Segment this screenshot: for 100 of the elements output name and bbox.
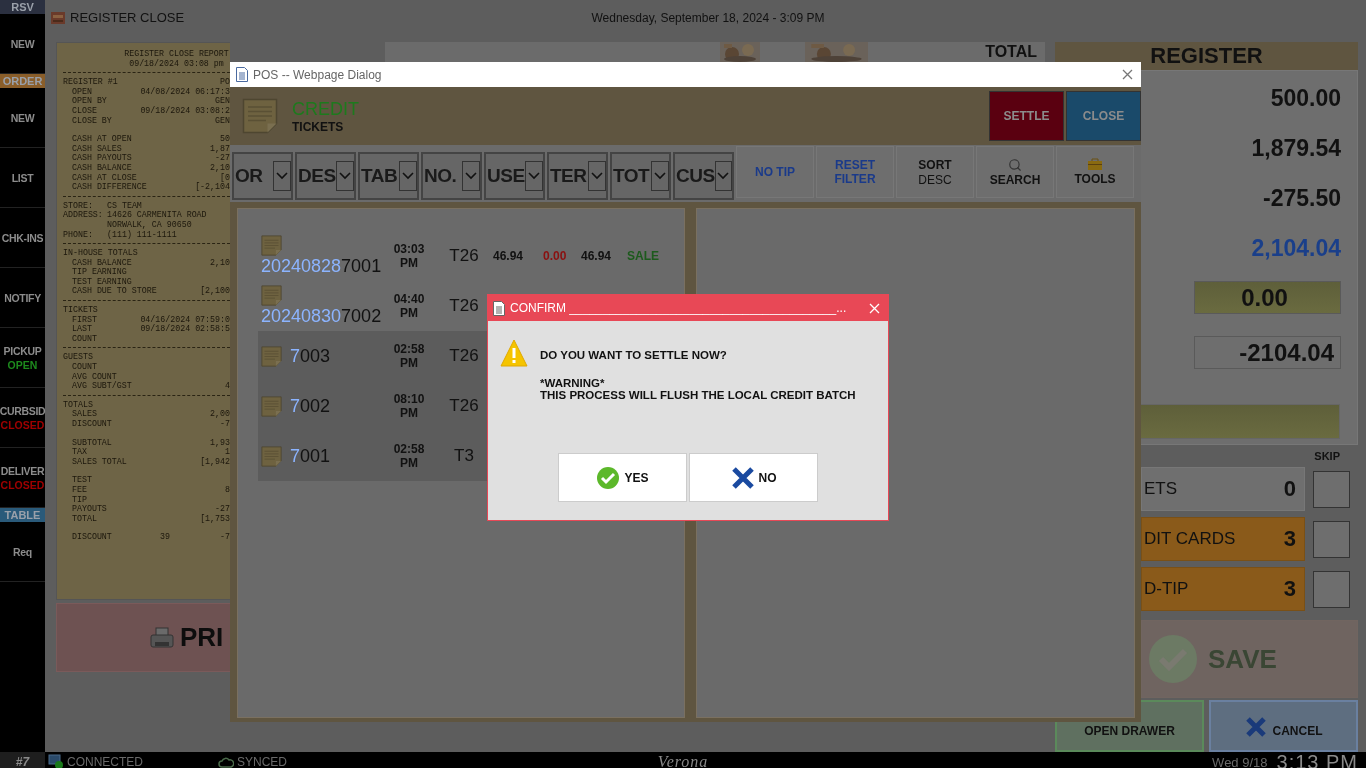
ticket-amount: 46.94 xyxy=(493,249,525,263)
input-bar[interactable] xyxy=(1140,404,1340,439)
receipt-label: OPEN xyxy=(72,86,92,96)
ticket-tip: 0.00 xyxy=(543,249,568,263)
receipt-value: (111) 111-1111 xyxy=(107,229,177,240)
skip-checkbox[interactable] xyxy=(1313,570,1350,608)
receipt-value: [2,100 xyxy=(200,286,230,297)
sidebar-item[interactable]: NEW xyxy=(0,88,45,148)
sidebar-item[interactable]: CURBSID CLOSED xyxy=(0,388,45,448)
receipt-value: NORWALK, CA 90650 xyxy=(107,219,192,230)
note-icon xyxy=(242,98,278,134)
ticket-number: 202408287001 xyxy=(261,256,382,277)
receipt-value: -7 xyxy=(220,532,230,542)
dialog-title: POS -- Webpage Dialog xyxy=(253,67,383,82)
note-icon xyxy=(261,445,282,467)
receipt-label: TIP EARNING xyxy=(72,267,127,277)
receipt-label: TAX xyxy=(72,447,87,457)
settle-button[interactable]: SETTLE xyxy=(989,91,1064,141)
sidebar-item[interactable]: CHK-INS xyxy=(0,208,45,268)
receipt-heading: IN-HOUSE TOTALS xyxy=(63,248,139,258)
cancel-button[interactable]: CANCEL xyxy=(1209,700,1358,752)
amount-value: -275.50 xyxy=(1263,183,1342,213)
skip-checkbox[interactable] xyxy=(1313,470,1350,508)
filter-dropdown[interactable]: CUS xyxy=(673,152,734,200)
ticket-number: 7001 xyxy=(290,445,331,467)
filter-dropdown[interactable]: DES xyxy=(295,152,356,200)
receipt-value: [0 xyxy=(220,172,230,182)
toolbar-button[interactable]: RESET FILTER xyxy=(816,146,894,198)
sidebar-section-header: ORDER xyxy=(0,74,45,88)
receipt-value: 1,87 xyxy=(210,143,230,154)
sidebar-item[interactable]: NOTIFY xyxy=(0,268,45,328)
receipt-value: -27 xyxy=(215,504,230,514)
close-icon[interactable] xyxy=(1122,69,1133,80)
note-icon xyxy=(261,345,282,367)
toolbar-button[interactable]: NO TIP xyxy=(736,146,814,198)
yes-button[interactable]: YES xyxy=(558,453,687,502)
ticket-row[interactable]: 202408287001 03:03 PM T26 46.94 0.00 46.94 SALE xyxy=(258,231,684,281)
amount-field[interactable]: 0.00 xyxy=(1194,281,1341,314)
no-button[interactable]: NO xyxy=(689,453,818,502)
receipt-title: REGISTER CLOSE REPORT xyxy=(123,49,230,59)
skip-checkbox[interactable] xyxy=(1313,520,1350,558)
receipt-value: 14626 CARMENITA ROAD xyxy=(107,210,207,220)
caret-icon xyxy=(402,172,414,180)
sidebar-item[interactable]: PICKUP OPEN xyxy=(0,328,45,388)
ticket-time: 02:58 PM xyxy=(392,342,426,370)
receipt-value: [1,753 xyxy=(200,513,230,524)
amount-field[interactable]: -2104.04 xyxy=(1194,336,1341,369)
filter-dropdown[interactable]: TOT xyxy=(610,152,671,200)
ticket-table: T26 xyxy=(435,296,493,316)
count-button[interactable]: DIT CARDS 3 xyxy=(1141,517,1305,561)
receipt-value: GEN xyxy=(215,115,230,126)
computer-icon xyxy=(48,754,64,768)
sidebar-item-label: PICKUP xyxy=(3,344,42,357)
cloud-icon xyxy=(218,756,234,768)
amount-value: 500.00 xyxy=(1270,83,1342,113)
filter-dropdown[interactable]: USE xyxy=(484,152,545,200)
sidebar-section-header: TABLE xyxy=(0,508,45,522)
receipt-value: [1,942 xyxy=(200,456,230,467)
receipt-value: 04/08/2024 06:17:3 xyxy=(140,86,230,97)
receipt-label: PAYOUTS xyxy=(72,504,107,514)
sidebar-item[interactable]: LIST xyxy=(0,148,45,208)
caret-icon xyxy=(591,172,603,180)
toolbar-button[interactable]: SEARCH xyxy=(976,146,1054,198)
receipt-label: ADDRESS: xyxy=(63,210,103,220)
toolbar-button[interactable]: TOOLS xyxy=(1056,146,1134,198)
ticket-table: T26 xyxy=(435,246,493,266)
caret-icon xyxy=(339,172,351,180)
x-icon xyxy=(730,465,755,490)
ticket-time: 04:40 PM xyxy=(392,292,426,320)
receipt-label: PHONE: xyxy=(63,229,93,239)
filter-dropdown[interactable]: TER xyxy=(547,152,608,200)
receipt-label: CASH AT OPEN xyxy=(72,134,132,144)
toolbox-icon xyxy=(1087,158,1103,171)
skip-label: SKIP xyxy=(1314,450,1340,462)
count-button[interactable]: ETS 0 xyxy=(1141,467,1305,511)
ticket-time: 02:58 PM xyxy=(392,442,426,470)
note-icon xyxy=(261,395,282,417)
count-button[interactable]: D-TIP 3 xyxy=(1141,567,1305,611)
ticket-table: T26 xyxy=(435,396,493,416)
receipt-label: DISCOUNT xyxy=(72,419,112,428)
sidebar-item[interactable]: Req xyxy=(0,522,45,582)
receipt-label: AVG COUNT xyxy=(72,371,117,381)
dialog-subheading: TICKETS xyxy=(292,119,345,134)
filter-dropdown[interactable]: TAB xyxy=(358,152,419,200)
receipt-value: 50 xyxy=(220,134,230,144)
receipt-value: 2,10 xyxy=(210,257,230,268)
sidebar-item-label: NOTIFY xyxy=(4,291,41,304)
receipt-label: CLOSE xyxy=(72,105,97,115)
close-button[interactable]: CLOSE xyxy=(1066,91,1141,141)
receipt-heading: GUESTS xyxy=(63,352,94,363)
print-button[interactable]: PRI xyxy=(56,603,230,672)
receipt-value: 4 xyxy=(225,381,230,391)
toolbar-button[interactable]: SORT DESC xyxy=(896,146,974,198)
filter-dropdown[interactable]: NO. xyxy=(421,152,482,200)
receipt-label: AVG SUBT/GST xyxy=(72,381,132,391)
caret-icon xyxy=(717,172,730,180)
receipt-label: CLOSE BY xyxy=(72,115,112,125)
filter-dropdown[interactable]: OR xyxy=(232,152,293,200)
sync-status: SYNCED xyxy=(237,755,288,768)
receipt-label: LAST xyxy=(72,324,92,334)
